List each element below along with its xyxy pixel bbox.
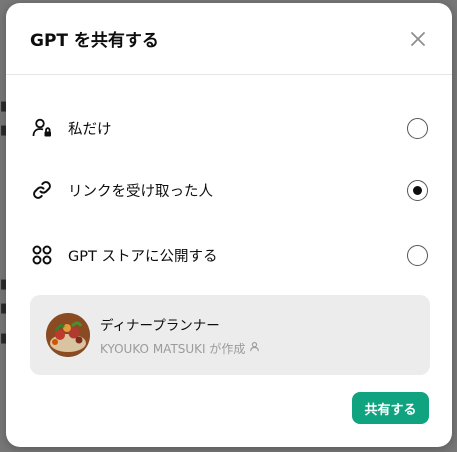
option-gpt-store[interactable]: GPT ストアに公開する	[6, 235, 452, 275]
option-label: 私だけ	[68, 121, 112, 138]
link-icon	[30, 178, 54, 202]
close-icon[interactable]	[406, 27, 430, 51]
gpt-card-text: ディナープランナー KYOUKO MATSUKI が作成	[100, 314, 260, 357]
gpt-card: ディナープランナー KYOUKO MATSUKI が作成	[30, 295, 430, 375]
person-lock-icon	[30, 116, 54, 140]
grid-circles-icon	[30, 243, 54, 267]
option-label: GPT ストアに公開する	[68, 248, 218, 265]
gpt-name: ディナープランナー	[100, 317, 220, 334]
share-gpt-dialog: GPT を共有する 私だけ リンクを受け取った人 GPT ストアに公開する ディ…	[6, 3, 452, 447]
gpt-avatar	[46, 313, 90, 357]
person-icon	[249, 341, 260, 355]
option-only-me[interactable]: 私だけ	[6, 108, 452, 148]
radio-link-recipients[interactable]	[407, 179, 428, 201]
dialog-header: GPT を共有する	[6, 3, 452, 75]
radio-only-me[interactable]	[407, 117, 428, 139]
gpt-author-line: KYOUKO MATSUKI が作成	[100, 340, 260, 357]
radio-gpt-store[interactable]	[407, 244, 428, 266]
option-label: リンクを受け取った人	[68, 183, 213, 200]
share-button[interactable]: 共有する	[352, 392, 429, 424]
dialog-title: GPT を共有する	[30, 31, 159, 51]
radio-selected-dot	[413, 185, 422, 195]
option-link-recipients[interactable]: リンクを受け取った人	[6, 170, 452, 210]
gpt-author: KYOUKO MATSUKI が作成	[100, 341, 246, 356]
